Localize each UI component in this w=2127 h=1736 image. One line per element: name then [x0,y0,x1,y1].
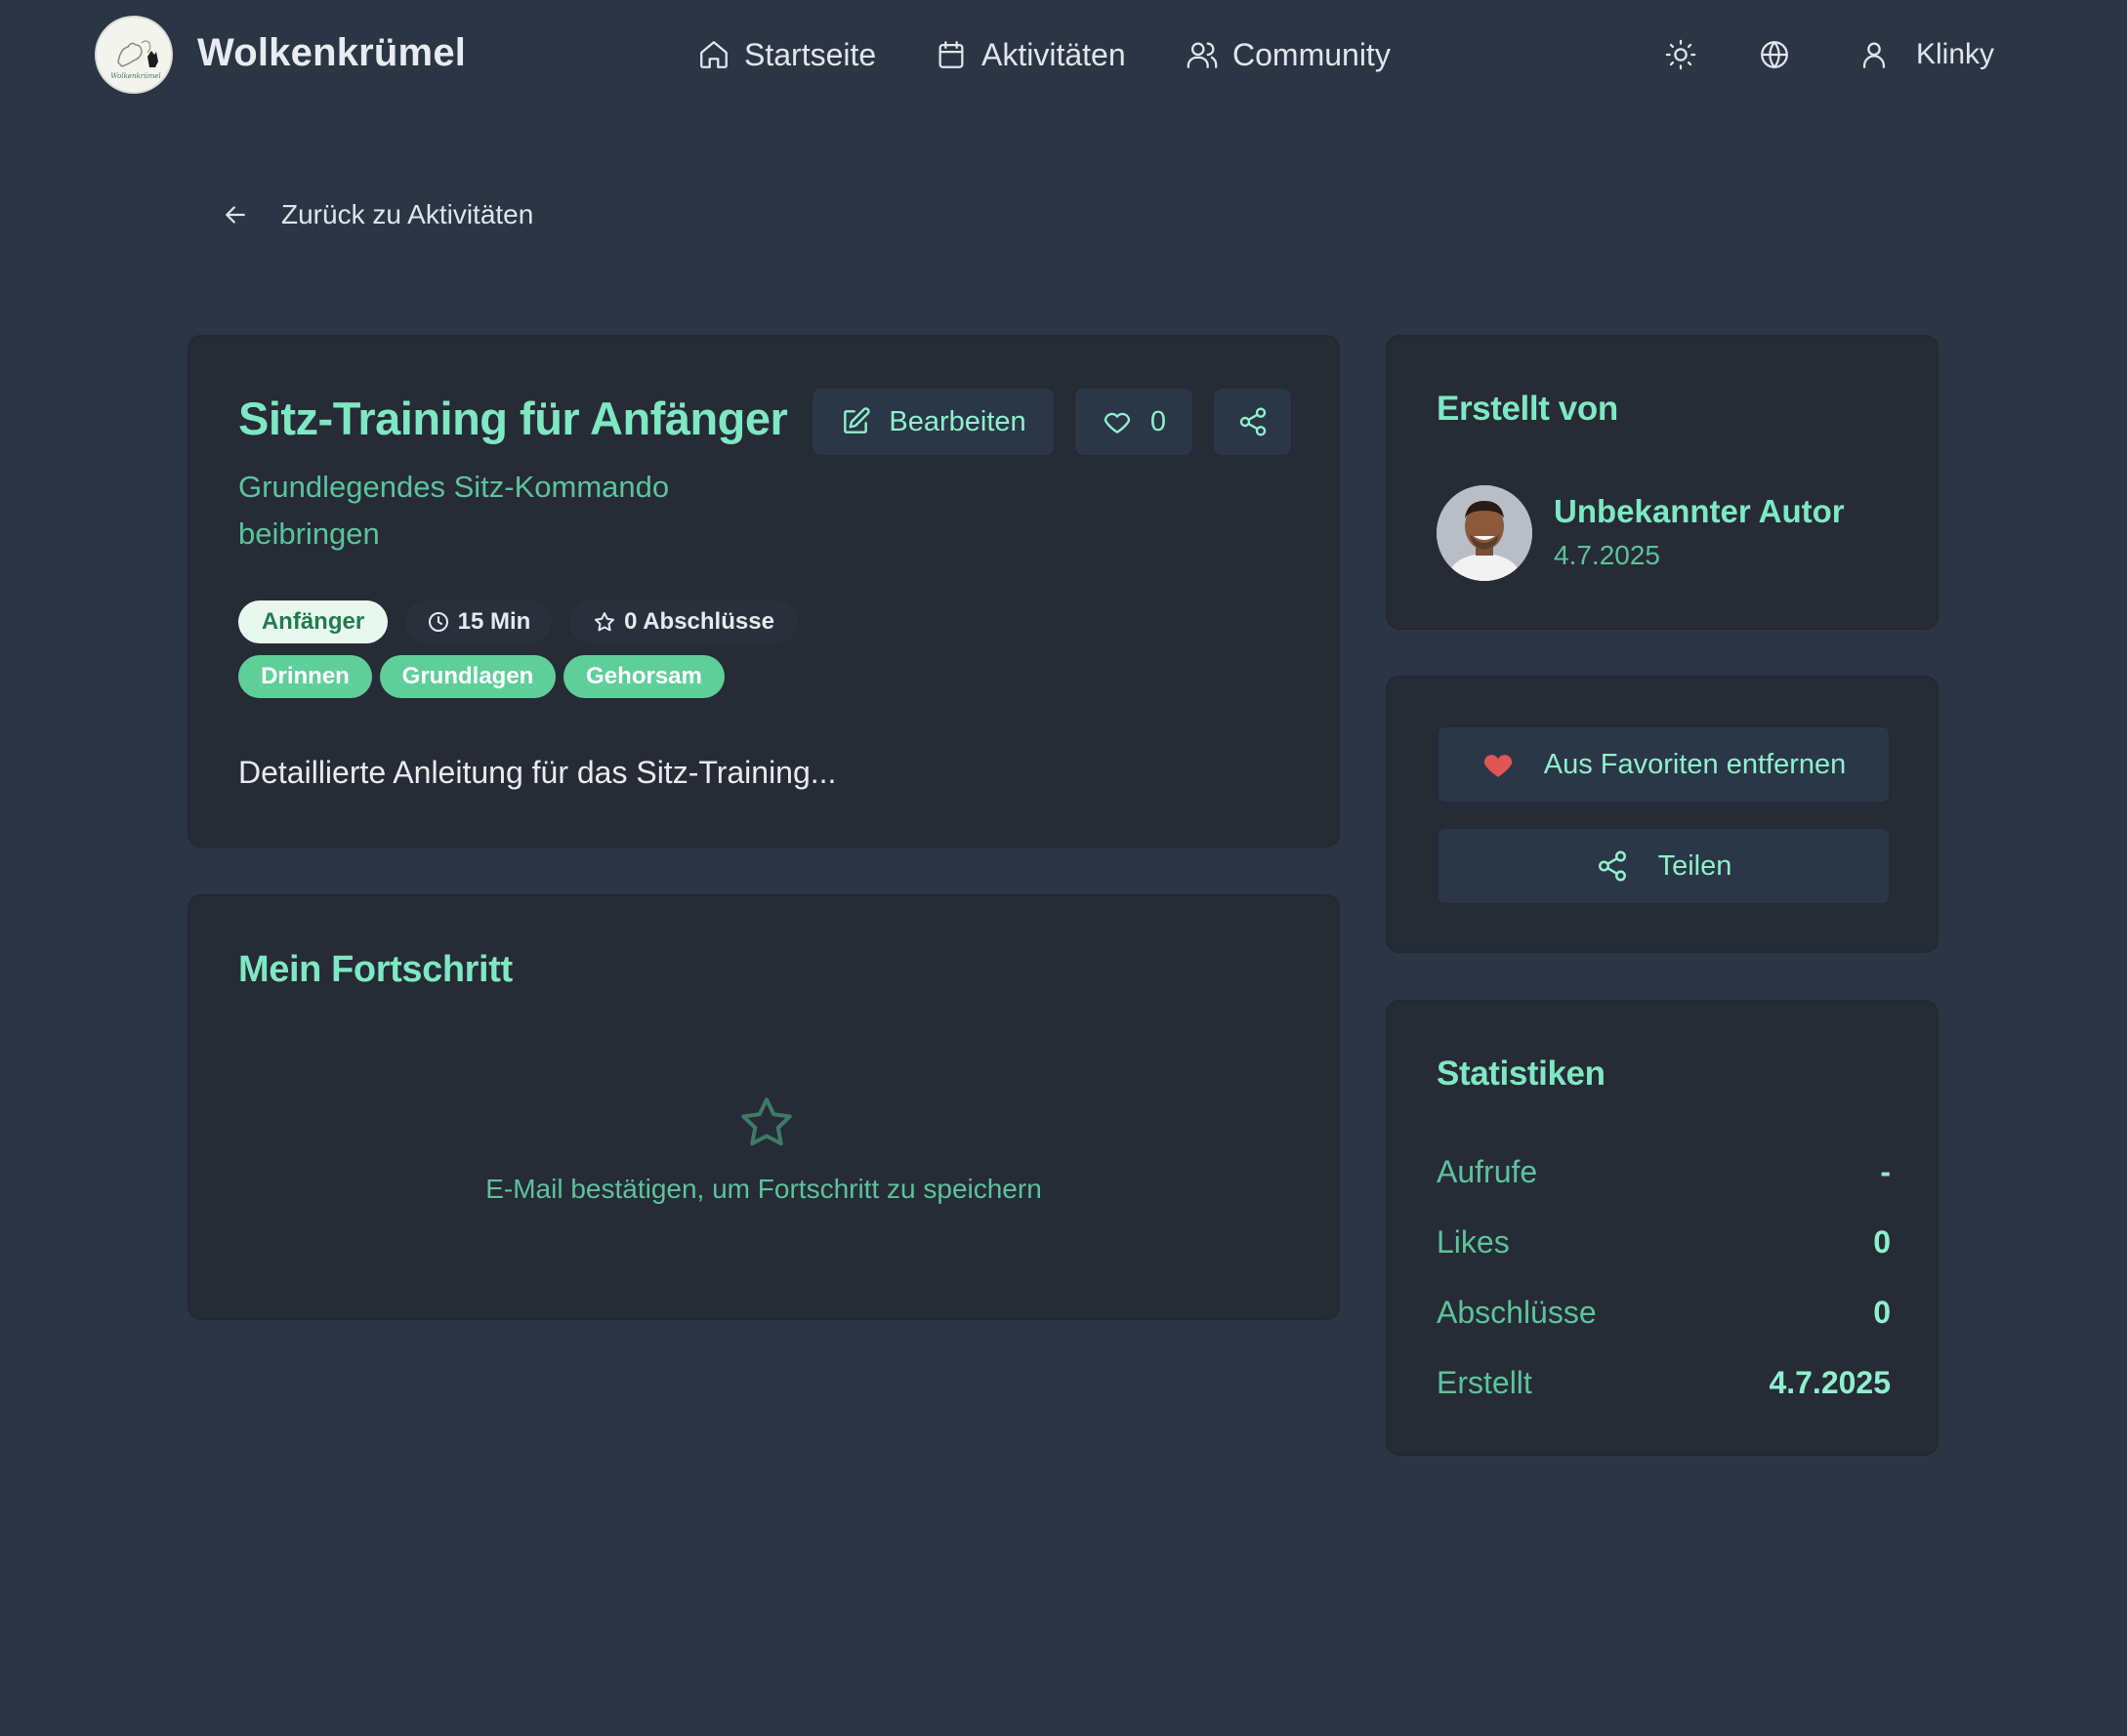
language-button[interactable] [1755,35,1794,74]
nav-startseite[interactable]: Startseite [697,35,876,74]
remove-favorite-button[interactable]: Aus Favoriten entfernen [1437,725,1891,804]
svg-text:Wolkenkrümel: Wolkenkrümel [110,72,160,80]
progress-title: Mein Fortschritt [238,949,513,990]
star-icon [595,612,615,632]
nav-community[interactable]: Community [1186,35,1391,74]
progress-empty-text: E-Mail bestätigen, um Fortschritt zu spe… [485,1174,1042,1204]
stat-row-created: Erstellt 4.7.2025 [1437,1365,1891,1401]
clock-icon [428,612,448,632]
author-name[interactable]: Unbekannter Autor [1554,493,1845,530]
stat-label: Likes [1437,1224,1510,1260]
user-name: Klinky [1916,38,1995,70]
completions-text: 0 Abschlüsse [624,608,774,635]
like-count: 0 [1149,405,1167,437]
star-outline-icon [741,1097,792,1146]
share-button-label: Teilen [1657,849,1732,882]
statistics-card: Statistiken Aufrufe - Likes 0 Abschlüsse… [1386,1000,1939,1456]
tag-grundlagen[interactable]: Grundlagen [380,655,556,698]
duration-badge: 15 Min [405,600,552,643]
activity-title: Sitz-Training für Anfänger [238,393,788,444]
tag-drinnen[interactable]: Drinnen [238,655,372,698]
nav-label: Aktivitäten [981,36,1126,72]
author-photo-icon [1437,485,1532,581]
share-icon-button[interactable] [1212,387,1293,457]
user-icon [1862,42,1886,68]
stat-value: 0 [1873,1224,1891,1260]
stat-value: - [1880,1154,1891,1189]
user-menu[interactable]: Klinky [1857,35,1994,74]
brand-logo[interactable]: Wolkenkrümel [95,16,173,94]
completions-badge: 0 Abschlüsse [569,600,798,643]
avatar[interactable] [1437,485,1532,581]
calendar-icon [938,41,964,68]
edit-button[interactable]: Bearbeiten [811,387,1056,457]
dog-logo-icon: Wolkenkrümel [97,18,171,92]
users-icon [1187,42,1218,68]
theme-toggle-button[interactable] [1661,35,1700,74]
nav-aktivitaeten[interactable]: Aktivitäten [935,35,1126,74]
duration-text: 15 Min [457,608,531,635]
stat-row-completions: Abschlüsse 0 [1437,1295,1891,1331]
nav-label: Community [1232,36,1391,72]
stat-label: Erstellt [1437,1365,1532,1400]
like-button[interactable]: 0 [1073,387,1194,457]
edit-icon [844,407,871,434]
stat-label: Aufrufe [1437,1154,1538,1189]
globe-icon [1761,41,1788,68]
stat-row-views: Aufrufe - [1437,1154,1891,1190]
author-card: Erstellt von Unbekannter Autor 4.7.2025 [1386,335,1939,630]
activity-subtitle: Grundlegendes Sitz-Kommando beibringen [238,470,670,551]
arrow-left-icon [226,206,245,224]
author-date: 4.7.2025 [1554,540,1660,570]
heart-outline-icon [1104,412,1131,434]
stat-row-likes: Likes 0 [1437,1224,1891,1261]
remove-favorite-label: Aus Favoriten entfernen [1543,748,1847,780]
stat-value: 0 [1873,1295,1891,1330]
stat-label: Abschlüsse [1437,1295,1597,1330]
statistics-title: Statistiken [1437,1054,1606,1093]
progress-card: Mein Fortschritt E-Mail bestätigen, um F… [188,894,1340,1320]
top-navigation: Wolkenkrümel Wolkenkrümel Startseite Akt… [0,0,2127,109]
heart-filled-icon [1483,755,1512,777]
difficulty-badge: Anfänger [238,600,388,643]
nav-label: Startseite [744,36,877,72]
activity-description: Detaillierte Anleitung für das Sitz-Trai… [238,755,837,790]
sun-icon [1665,39,1696,70]
back-link[interactable]: Zurück zu Aktivitäten [221,199,533,230]
author-card-title: Erstellt von [1437,390,1618,428]
back-link-label: Zurück zu Aktivitäten [281,199,534,229]
share-button[interactable]: Teilen [1437,827,1891,905]
share-icon [1598,850,1626,882]
brand-name[interactable]: Wolkenkrümel [197,31,466,75]
actions-card: Aus Favoriten entfernen Teilen [1386,676,1939,953]
edit-button-label: Bearbeiten [889,405,1026,437]
tag-gehorsam[interactable]: Gehorsam [563,655,725,698]
share-icon [1239,407,1266,436]
home-icon [700,41,728,68]
stat-value: 4.7.2025 [1769,1365,1891,1400]
activity-card: Sitz-Training für Anfänger Grundlegendes… [188,335,1340,847]
